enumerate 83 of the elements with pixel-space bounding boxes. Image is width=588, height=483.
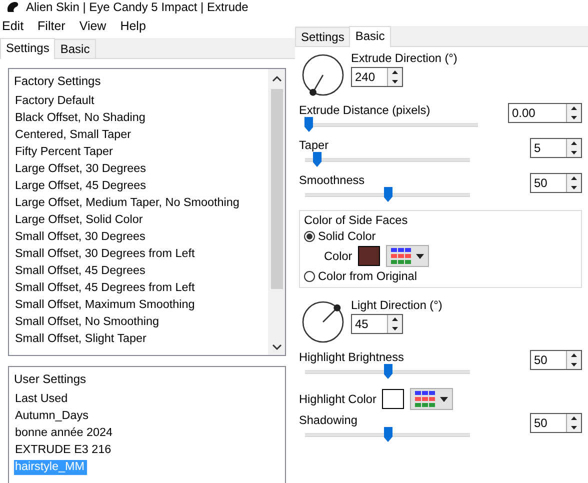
number-spinner[interactable]: 50 — [530, 350, 582, 370]
color-swatch[interactable] — [382, 389, 404, 409]
list-item[interactable]: Small Offset, Slight Taper — [14, 332, 148, 347]
dropdown-caret-icon — [440, 396, 448, 402]
list-item[interactable]: Small Offset, 30 Degrees from Left — [14, 247, 197, 262]
number-spinner[interactable]: 0.00 — [508, 103, 582, 123]
control-label: Highlight Brightness — [299, 350, 405, 364]
scrollbar-thumb[interactable] — [270, 89, 282, 289]
list-header: Factory Settings — [14, 74, 102, 88]
control-label: Color — [324, 249, 352, 263]
control-label: Taper — [299, 138, 330, 152]
palette-icon — [391, 248, 412, 264]
number-spinner[interactable]: 50 — [530, 413, 582, 433]
radio-option[interactable]: Color from Original — [304, 269, 417, 283]
list-item[interactable]: Large Offset, Medium Taper, No Smoothing — [14, 196, 242, 211]
control-label: Highlight Color — [299, 392, 376, 406]
window-title: Alien Skin | Eye Candy 5 Impact | Extrude — [0, 0, 295, 14]
radio-option[interactable]: Solid Color — [304, 229, 376, 243]
control-label: Extrude Direction (°) — [351, 51, 458, 65]
color-picker-button[interactable] — [410, 388, 454, 410]
menu-item[interactable]: Help — [120, 19, 146, 33]
list-item[interactable]: Small Offset, 45 Degrees — [14, 264, 148, 279]
tab[interactable]: Settings — [0, 38, 56, 59]
list-item[interactable]: Small Offset, 45 Degrees from Left — [14, 281, 197, 296]
menu-item[interactable]: Filter — [38, 19, 66, 33]
list-item[interactable]: Large Offset, 30 Degrees — [14, 162, 148, 177]
spin-down-icon[interactable] — [389, 77, 401, 86]
spin-up-icon[interactable] — [568, 139, 580, 148]
control-label: Shadowing — [299, 413, 358, 427]
list-item[interactable]: Black Offset, No Shading — [14, 111, 148, 126]
palette-icon — [415, 391, 436, 407]
spin-down-icon[interactable] — [568, 113, 580, 122]
app-logo-icon — [6, 1, 20, 13]
tab[interactable]: Basic — [54, 39, 96, 58]
radio-button[interactable] — [304, 230, 315, 242]
spin-down-icon[interactable] — [568, 360, 580, 369]
list-item[interactable]: Large Offset, Solid Color — [14, 213, 145, 228]
slider-thumb[interactable] — [384, 427, 392, 442]
scrollbar[interactable] — [268, 69, 285, 355]
tab[interactable]: Basic — [349, 26, 391, 47]
color-picker-button[interactable] — [386, 245, 430, 267]
spin-down-icon[interactable] — [389, 324, 401, 333]
spin-down-icon[interactable] — [568, 148, 580, 157]
spin-up-icon[interactable] — [568, 174, 580, 183]
list-item[interactable]: Autumn_Days — [14, 409, 90, 424]
number-spinner[interactable]: 45 — [351, 314, 403, 334]
list-item[interactable]: Large Offset, 45 Degrees — [14, 179, 148, 194]
list-item[interactable]: Small Offset, No Smoothing — [14, 315, 161, 330]
spin-down-icon[interactable] — [568, 423, 580, 432]
number-spinner[interactable]: 240 — [351, 67, 403, 87]
list-item[interactable]: Fifty Percent Taper — [14, 145, 115, 160]
list-item[interactable]: Small Offset, Maximum Smoothing — [14, 298, 197, 313]
list-item[interactable]: Factory Default — [14, 94, 96, 109]
list-item[interactable]: bonne année 2024 — [14, 426, 114, 441]
radio-button[interactable] — [304, 270, 315, 282]
scroll-down-icon[interactable] — [272, 343, 282, 351]
group-title: Color of Side Faces — [304, 213, 409, 227]
spin-up-icon[interactable] — [568, 351, 580, 360]
list-item[interactable]: Last Used — [14, 392, 70, 407]
menu-item[interactable]: View — [79, 19, 106, 33]
spin-down-icon[interactable] — [568, 183, 580, 192]
color-swatch[interactable] — [358, 246, 380, 266]
spin-up-icon[interactable] — [568, 414, 580, 423]
tab[interactable]: Settings — [295, 27, 350, 46]
spin-up-icon[interactable] — [389, 315, 401, 324]
list-item[interactable]: EXTRUDE E3 216 — [14, 443, 114, 458]
scroll-up-icon[interactable] — [272, 75, 282, 83]
slider-thumb[interactable] — [312, 152, 322, 167]
list-item[interactable]: Centered, Small Taper — [14, 128, 134, 143]
spin-up-icon[interactable] — [568, 104, 580, 113]
spin-up-icon[interactable] — [389, 68, 401, 77]
slider-thumb[interactable] — [384, 364, 392, 379]
number-spinner[interactable]: 50 — [530, 173, 582, 193]
list-item[interactable]: Small Offset, 30 Degrees — [14, 230, 148, 245]
dropdown-caret-icon — [416, 254, 424, 258]
number-spinner[interactable]: 5 — [530, 138, 582, 158]
control-label: Extrude Distance (pixels) — [299, 103, 432, 117]
list-header: User Settings — [14, 372, 88, 386]
menu-item[interactable]: Edit — [2, 19, 24, 33]
slider-thumb[interactable] — [384, 187, 392, 202]
control-label: Light Direction (°) — [351, 298, 442, 312]
control-label: Smoothness — [299, 173, 366, 187]
slider-thumb[interactable] — [304, 117, 314, 132]
